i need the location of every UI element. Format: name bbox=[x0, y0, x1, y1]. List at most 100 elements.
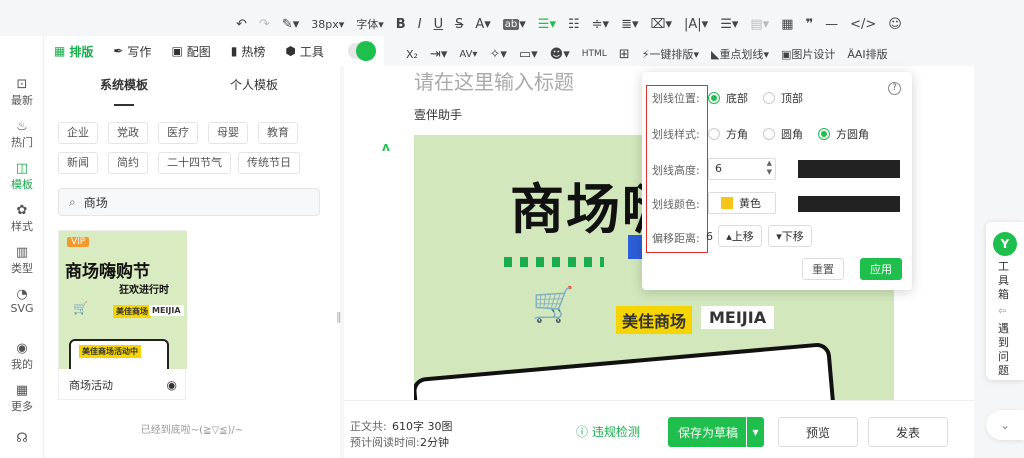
offset-value[interactable]: 6 bbox=[706, 230, 713, 243]
letter-spacing-icon[interactable]: |A|▾ bbox=[678, 10, 714, 38]
tag[interactable]: 二十四节气 bbox=[158, 152, 231, 174]
font-family-select[interactable]: 字体 ▾ bbox=[350, 10, 390, 38]
stepper-arrows-icon[interactable]: ▲ ▼ bbox=[767, 159, 772, 177]
tab-writing[interactable]: ✒ 写作 bbox=[103, 36, 161, 66]
quote-icon[interactable]: ❞ bbox=[799, 10, 819, 38]
line-height-icon[interactable]: ≑▾ bbox=[586, 10, 615, 38]
tab-images[interactable]: ▣ 配图 bbox=[161, 36, 220, 66]
style-square-radio[interactable]: 方角 bbox=[708, 126, 748, 142]
text-direction-icon[interactable]: ⇥▾ bbox=[424, 40, 453, 68]
underline-button[interactable]: U bbox=[428, 10, 450, 38]
image-design-button[interactable]: ▣ 图片设计 bbox=[775, 40, 841, 68]
position-bottom-radio[interactable]: 底部 bbox=[708, 90, 748, 106]
image-icon[interactable]: ▭▾ bbox=[513, 40, 544, 68]
preview-button[interactable]: 预览 bbox=[778, 417, 858, 447]
rail-templates[interactable]: ◫ 模板 bbox=[0, 162, 44, 192]
indent-icon[interactable]: ☷ bbox=[562, 10, 586, 38]
tag[interactable]: 新闻 bbox=[58, 152, 98, 174]
align-left-icon[interactable]: ☰▾ bbox=[532, 10, 562, 38]
one-click-layout-button[interactable]: ⚡ 一键排版 ▾ bbox=[636, 40, 705, 68]
magic-wand-icon[interactable]: ✧▾ bbox=[483, 40, 512, 68]
tab-system-templates[interactable]: 系统模板 bbox=[100, 76, 148, 93]
height-stepper[interactable]: 6 ▲ ▼ bbox=[708, 158, 776, 180]
save-draft-button[interactable]: 保存为草稿 ▾ bbox=[668, 417, 764, 447]
color-select[interactable]: 黄色 bbox=[708, 192, 776, 214]
rail-more[interactable]: ▦ 更多 bbox=[0, 384, 44, 414]
resize-handle[interactable]: ‖ bbox=[336, 310, 342, 323]
undo-icon[interactable]: ↶ bbox=[230, 10, 253, 38]
toolbox-logo-icon: Y bbox=[993, 232, 1017, 256]
author-field[interactable]: 壹伴助手 bbox=[414, 106, 462, 123]
tab-layout[interactable]: ▦ 排版 bbox=[44, 36, 103, 66]
bg-color-button[interactable]: ab ▾ bbox=[497, 10, 532, 38]
scroll-down-icon[interactable]: ⌄ bbox=[986, 410, 1024, 440]
card-name: 商场活动 bbox=[69, 379, 113, 392]
emoji-icon[interactable]: ☺ bbox=[882, 10, 908, 38]
rail-styles[interactable]: ✿ 样式 bbox=[0, 204, 44, 234]
position-label: 划线位置: bbox=[652, 92, 700, 105]
vip-badge: VIP bbox=[67, 237, 90, 247]
ai-layout-button[interactable]: Ä AI排版 bbox=[841, 40, 893, 68]
font-size-select[interactable]: 38px ▾ bbox=[305, 10, 350, 38]
apply-button[interactable]: 应用 bbox=[860, 258, 902, 280]
position-top-radio[interactable]: 顶部 bbox=[763, 90, 803, 106]
title-input[interactable]: 请在这里输入标题 bbox=[414, 66, 574, 95]
yiban-marker-icon[interactable]: ʌ bbox=[382, 140, 390, 154]
picture-icon: ▣ bbox=[171, 44, 183, 58]
italic-button[interactable]: I bbox=[412, 10, 428, 38]
table-layout-icon[interactable]: ▤▾ bbox=[744, 10, 775, 38]
help-icon[interactable]: ? bbox=[888, 82, 901, 95]
code-icon[interactable]: </> bbox=[844, 10, 882, 38]
tag[interactable]: 母婴 bbox=[208, 122, 248, 144]
template-card[interactable]: VIP 商场嗨购节 狂欢进行时 🛒 美佳商场 MEIJIA 美佳商场活动中 商场… bbox=[58, 230, 187, 400]
rail-types[interactable]: ▥ 类型 bbox=[0, 246, 44, 276]
toolbox-sidebar[interactable]: Y 工具箱 ⇦ 遇到问题 bbox=[986, 222, 1024, 380]
redo-icon[interactable]: ↷ bbox=[253, 10, 276, 38]
tab-tools[interactable]: ⬢ 工具 bbox=[275, 36, 334, 66]
rail-svg[interactable]: ◔ SVG bbox=[0, 288, 44, 316]
font-color-button[interactable]: A ▾ bbox=[469, 10, 496, 38]
toolbox-icon[interactable]: ⊞ bbox=[613, 40, 636, 68]
tag[interactable]: 教育 bbox=[258, 122, 298, 144]
chevron-down-icon[interactable]: ▾ bbox=[746, 417, 764, 447]
template-thumbnail[interactable]: VIP 商场嗨购节 狂欢进行时 🛒 美佳商场 MEIJIA 美佳商场活动中 bbox=[59, 231, 187, 369]
clear-format-icon[interactable]: ⌧▾ bbox=[644, 10, 678, 38]
feedback-label[interactable]: 遇到问题 bbox=[998, 322, 1012, 378]
style-squircle-radio[interactable]: 方圆角 bbox=[818, 126, 869, 142]
headset-icon[interactable]: ☊ bbox=[0, 432, 44, 446]
html-icon[interactable]: HTML bbox=[576, 40, 613, 68]
format-brush-icon[interactable]: ✎▾ bbox=[276, 10, 305, 38]
move-up-button[interactable]: ▴ 上移 bbox=[718, 225, 762, 247]
tag[interactable]: 传统节日 bbox=[238, 152, 300, 174]
table-icon[interactable]: ▦ bbox=[775, 10, 799, 38]
flame-icon: ♨ bbox=[16, 119, 28, 134]
style-round-radio[interactable]: 圆角 bbox=[763, 126, 803, 142]
av-spacing-icon[interactable]: AV▾ bbox=[453, 40, 483, 68]
paragraph-spacing-icon[interactable]: ≣▾ bbox=[615, 10, 644, 38]
cart-icon: 🛒 bbox=[73, 301, 88, 315]
rail-latest[interactable]: ⊡ 最新 bbox=[0, 78, 44, 108]
main-tabs: ▦ 排版 ✒ 写作 ▣ 配图 ▮ 热榜 ⬢ 工具 bbox=[44, 36, 384, 66]
tag[interactable]: 医疗 bbox=[158, 122, 198, 144]
toggle-switch[interactable] bbox=[348, 41, 376, 61]
tag[interactable]: 企业 bbox=[58, 122, 98, 144]
publish-button[interactable]: 发表 bbox=[868, 417, 948, 447]
subscript-icon[interactable]: X₂ bbox=[400, 40, 424, 68]
tag[interactable]: 党政 bbox=[108, 122, 148, 144]
strike-button[interactable]: S bbox=[449, 10, 469, 38]
rail-hot[interactable]: ♨ 热门 bbox=[0, 120, 44, 150]
tab-personal-templates[interactable]: 个人模板 bbox=[230, 76, 278, 93]
tab-trending[interactable]: ▮ 热榜 bbox=[221, 36, 276, 66]
divider-icon[interactable]: — bbox=[819, 10, 844, 38]
eye-icon[interactable]: ◉ bbox=[167, 378, 177, 392]
rail-mine[interactable]: ◉ 我的 bbox=[0, 342, 44, 372]
sticker-icon[interactable]: ☻▾ bbox=[544, 40, 576, 68]
template-search-input[interactable]: ⌕ 商场 bbox=[58, 188, 320, 216]
bold-button[interactable]: B bbox=[390, 10, 412, 38]
compliance-check-button[interactable]: ⓘ 违规检测 bbox=[576, 423, 640, 440]
tag[interactable]: 简约 bbox=[108, 152, 148, 174]
move-down-button[interactable]: ▾ 下移 bbox=[768, 225, 812, 247]
highlight-underline-button[interactable]: ◣ 重点划线 ▾ bbox=[705, 40, 775, 68]
list-icon[interactable]: ☰▾ bbox=[714, 10, 744, 38]
reset-button[interactable]: 重置 bbox=[802, 258, 844, 280]
